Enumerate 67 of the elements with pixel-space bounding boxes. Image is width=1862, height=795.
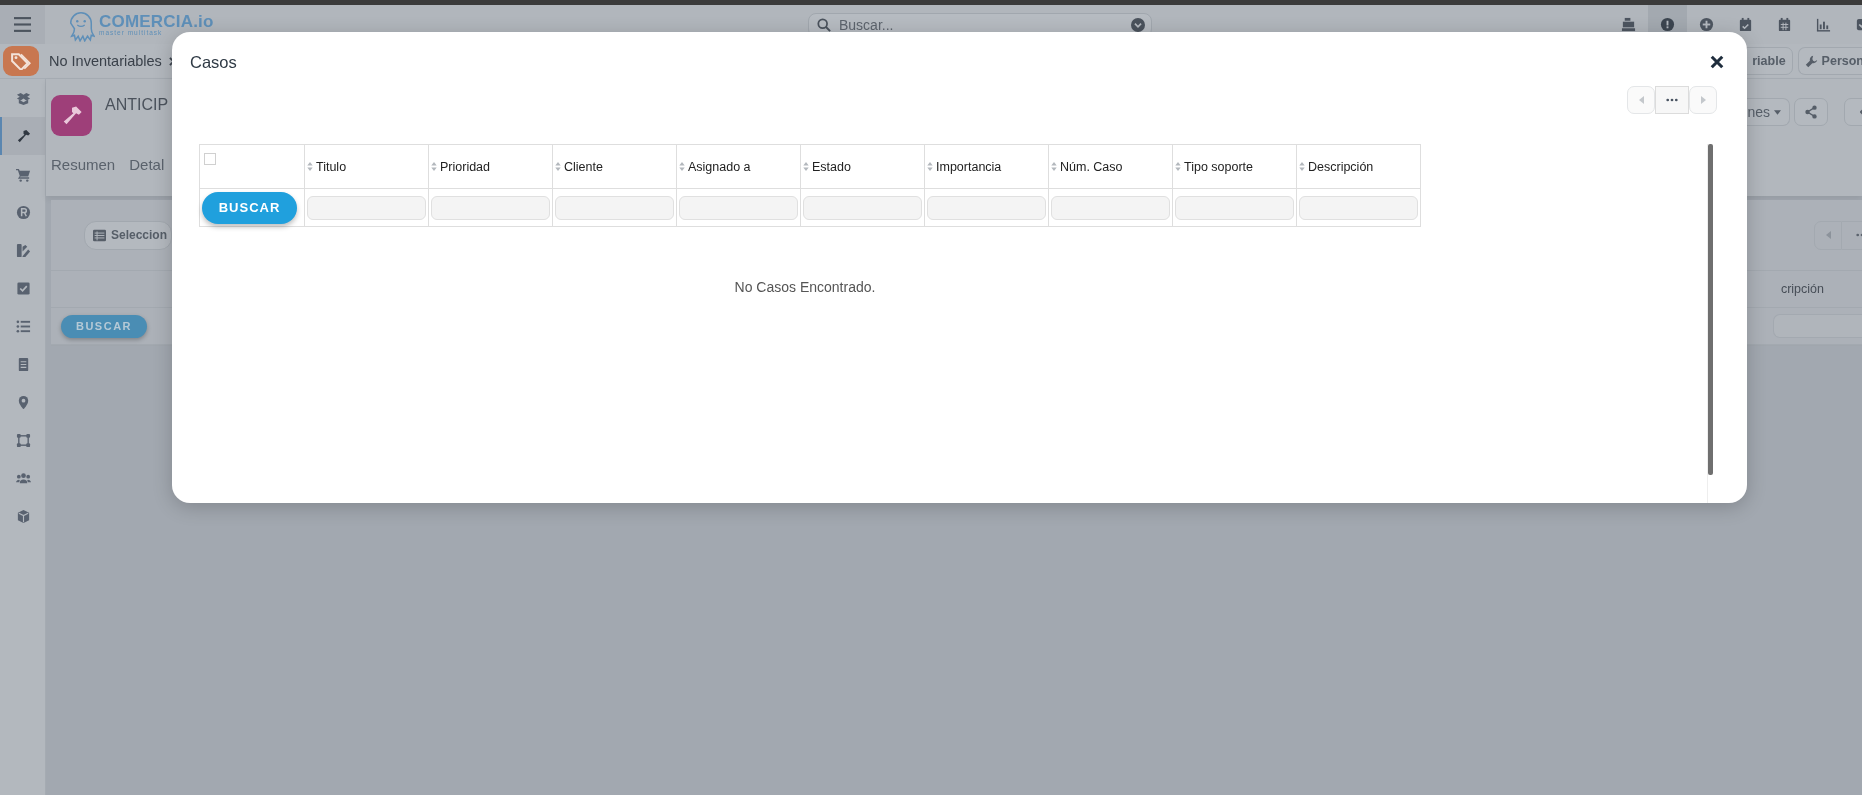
tags-icon: [11, 52, 31, 70]
chevron-down-icon: [1131, 17, 1145, 32]
column-header[interactable]: Cliente: [552, 144, 677, 189]
search-icon: [817, 17, 831, 32]
sidebar-item[interactable]: [0, 117, 45, 155]
vector-square-icon: [16, 432, 31, 448]
column-header[interactable]: cripción: [1780, 282, 1824, 296]
cash-register-icon: [1621, 17, 1636, 32]
dialog-title: Casos: [190, 52, 237, 72]
cube-icon: [16, 508, 31, 524]
caret-icon: [1774, 109, 1781, 115]
tab[interactable]: Resumen: [51, 156, 116, 173]
checkbox-icon: [16, 280, 31, 296]
search-button[interactable]: BUSCAR: [202, 191, 297, 224]
column-header[interactable]: Asignado a: [676, 144, 801, 189]
header-button[interactable]: riable: [1746, 47, 1793, 75]
column-header[interactable]: Prioridad: [428, 144, 553, 189]
close-icon: [1710, 55, 1724, 69]
dropdown-button[interactable]: nes: [1746, 98, 1790, 126]
sort-icon: [307, 162, 313, 171]
map-pin-icon: [16, 394, 31, 410]
column-header[interactable]: Descripción: [1296, 144, 1421, 189]
share-button[interactable]: [1794, 98, 1828, 126]
sort-icon: [555, 162, 561, 171]
caret-left-icon: [1825, 231, 1831, 239]
column-header[interactable]: Importancia: [924, 144, 1049, 189]
share-icon: [1804, 105, 1818, 119]
calendar-icon: [1777, 17, 1792, 32]
tab[interactable]: Detal: [129, 156, 165, 173]
wrench-icon: [1804, 54, 1818, 68]
alert-icon: [1660, 17, 1675, 32]
sort-icon: [1299, 162, 1305, 171]
sort-icon: [803, 162, 809, 171]
boxes-icon: [16, 90, 31, 106]
calendar-check-icon: [1738, 17, 1753, 32]
plus-icon: [1699, 17, 1714, 32]
sort-icon: [1175, 162, 1181, 171]
column-header[interactable]: Tipo soporte: [1172, 144, 1297, 189]
cabinet-icon: [16, 356, 31, 372]
tag-button[interactable]: [3, 46, 39, 76]
scrollbar[interactable]: [1708, 144, 1713, 475]
sort-icon: [679, 162, 685, 171]
column-header[interactable]: Titulo: [304, 144, 429, 189]
registered-icon: [16, 204, 31, 220]
users-icon: [16, 470, 31, 486]
empty-message: No Casos Encontrado.: [733, 279, 877, 295]
table-icon: [93, 228, 106, 242]
ellipsis-icon: [1666, 98, 1678, 102]
menu-button[interactable]: [0, 5, 45, 44]
caret-right-icon: [1700, 96, 1706, 104]
sort-icon: [927, 162, 933, 171]
list-icon: [16, 318, 31, 334]
menu-icon: [14, 17, 31, 32]
bar-chart-icon: [1816, 17, 1831, 32]
breadcrumb-item[interactable]: No Inventariables: [49, 53, 162, 69]
swatches-icon: [16, 242, 31, 258]
select-all-checkbox[interactable]: [204, 153, 216, 165]
brand-logo: COMERCIA.io: [99, 12, 214, 30]
hammer-icon: [16, 128, 31, 144]
record-title: ANTICIP: [105, 97, 169, 113]
sort-icon: [1051, 162, 1057, 171]
cart-icon: [16, 166, 31, 182]
select-button[interactable]: Seleccion: [84, 220, 173, 250]
column-header[interactable]: Núm. Caso: [1048, 144, 1173, 189]
column-header[interactable]: Estado: [800, 144, 925, 189]
caret-left-icon: [1638, 96, 1644, 104]
sort-icon: [431, 162, 437, 171]
